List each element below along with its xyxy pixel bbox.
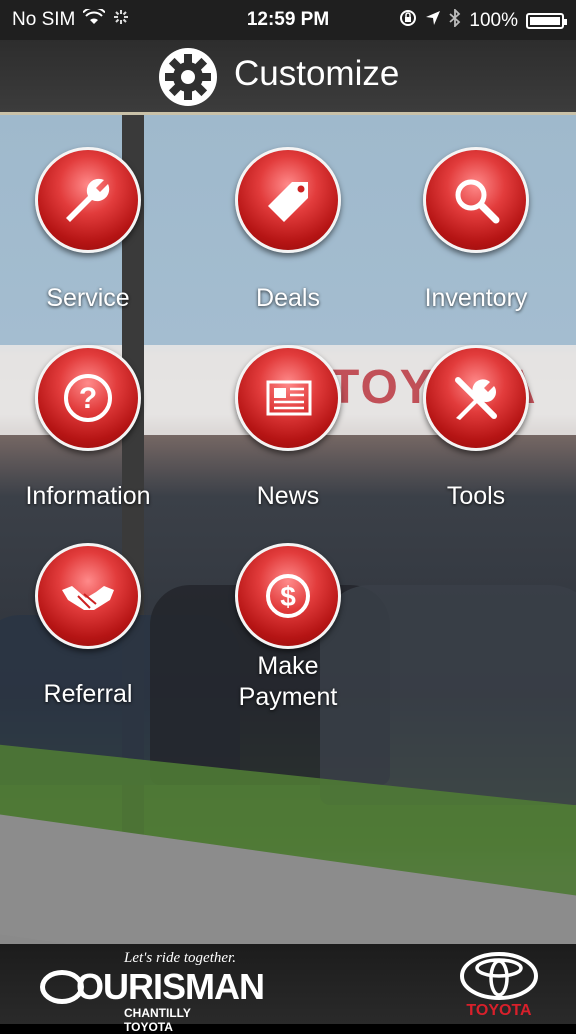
menu-item-tools[interactable]: Tools xyxy=(381,345,571,512)
gear-icon[interactable] xyxy=(158,47,218,107)
toyota-emblem-icon xyxy=(460,952,538,1000)
referral-button[interactable] xyxy=(35,543,141,649)
make-payment-button[interactable]: $ xyxy=(235,543,341,649)
newspaper-icon xyxy=(266,380,312,416)
referral-label: Referral xyxy=(43,680,133,708)
dealer-tagline: Let's ride together. xyxy=(124,950,236,966)
menu-item-service[interactable]: Service xyxy=(0,147,183,314)
battery-percent: 100% xyxy=(469,10,518,31)
battery-icon xyxy=(526,13,567,29)
information-label: Information xyxy=(25,482,151,510)
tools-label: Tools xyxy=(446,482,506,510)
inventory-button[interactable] xyxy=(423,147,529,253)
make-payment-label: Make Payment xyxy=(238,652,338,711)
svg-text:$: $ xyxy=(280,581,296,612)
wrench-icon xyxy=(66,178,110,222)
status-bar: No SIM 12:59 PM 100% xyxy=(0,0,576,40)
tools-icon xyxy=(455,377,497,420)
information-button[interactable]: ? xyxy=(35,345,141,451)
dealer-name: OURISMAN xyxy=(76,966,265,1007)
svg-text:?: ? xyxy=(79,382,97,415)
deals-button[interactable] xyxy=(235,147,341,253)
handshake-icon xyxy=(62,586,114,610)
service-label: Service xyxy=(46,284,130,312)
dollar-icon: $ xyxy=(266,574,310,618)
menu-item-news[interactable]: News xyxy=(193,345,383,512)
menu-item-information[interactable]: ? Information xyxy=(0,345,183,512)
dealer-logo[interactable]: Let's ride together. OURISMAN CHANTILLY … xyxy=(40,950,265,1034)
header-bar: Customize xyxy=(0,40,576,115)
question-icon: ? xyxy=(64,374,112,422)
bluetooth-icon xyxy=(449,7,461,33)
toyota-wordmark: TOYOTA xyxy=(466,1002,532,1019)
news-label: News xyxy=(256,482,320,510)
magnifier-icon xyxy=(455,179,500,224)
menu-item-referral[interactable]: Referral xyxy=(0,543,183,710)
menu-item-deals[interactable]: Deals xyxy=(193,147,383,314)
deals-label: Deals xyxy=(256,284,320,312)
tools-button[interactable] xyxy=(423,345,529,451)
menu-item-make-payment[interactable]: $ Make Payment xyxy=(193,543,383,713)
news-button[interactable] xyxy=(235,345,341,451)
location-arrow-icon xyxy=(425,10,441,32)
menu-item-inventory[interactable]: Inventory xyxy=(381,147,571,314)
service-button[interactable] xyxy=(35,147,141,253)
footer-bar: Let's ride together. OURISMAN CHANTILLY … xyxy=(0,944,576,1034)
dealer-subtitle: CHANTILLY TOYOTA xyxy=(124,1006,191,1034)
page-title[interactable]: Customize xyxy=(234,54,399,94)
inventory-label: Inventory xyxy=(424,284,528,312)
orientation-lock-icon xyxy=(399,9,417,33)
toyota-logo[interactable]: TOYOTA xyxy=(455,952,543,1022)
price-tag-icon xyxy=(268,182,308,222)
